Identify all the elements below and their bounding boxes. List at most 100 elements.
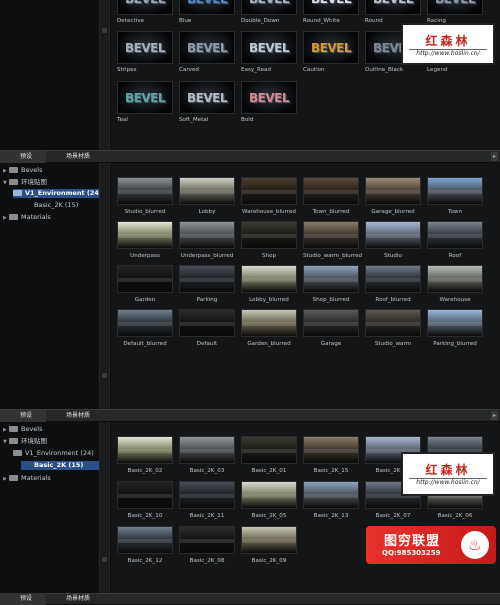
thumbnail-horizon <box>304 277 358 282</box>
tree-scrollbar[interactable] <box>99 163 110 409</box>
folder-icon <box>9 179 18 185</box>
panel-arrow-icon[interactable]: ▸ <box>491 411 498 420</box>
environment-thumbnail <box>241 221 297 249</box>
tree-node-materials[interactable]: ▶ Materials <box>3 474 51 483</box>
v1-environment-map-tile[interactable]: Shop <box>241 221 297 263</box>
v1-environment-map-tile[interactable]: Garage_blurred <box>365 177 421 219</box>
thumbnail-horizon <box>242 277 296 282</box>
tree-node-v1-environment[interactable]: V1_Environment (24) <box>13 189 102 198</box>
tree-node-bevels[interactable]: ▶ Bevels <box>3 425 43 434</box>
v1-environment-map-tile[interactable]: Parking <box>179 265 235 307</box>
v1-environment-map-tile[interactable]: Garage <box>303 309 359 351</box>
bevel-preset-tile[interactable]: BEVEL Bold <box>241 81 297 124</box>
tree-scrollbar[interactable] <box>99 422 110 593</box>
scroll-thumb[interactable] <box>102 28 107 33</box>
v1-environment-map-tile[interactable]: Town <box>427 177 483 219</box>
v1-environment-map-label: Garden <box>134 297 156 303</box>
bevel-thumbnail: BEVEL <box>179 81 235 114</box>
tab-bar-1: 预设 场景材质 ▸ <box>0 150 500 163</box>
basic-2k-map-tile[interactable]: Basic_2K_11 <box>179 481 235 523</box>
basic-2k-map-tile[interactable]: Basic_2K_13 <box>303 481 359 523</box>
bevel-preset-tile[interactable]: BEVEL Caution <box>303 31 359 74</box>
scroll-thumb[interactable] <box>102 557 107 562</box>
tree-node-basic-2k[interactable]: Basic_2K (15) <box>21 461 99 470</box>
v1-environment-map-tile[interactable]: Warehouse_blurred <box>241 177 297 219</box>
thumbnail-horizon <box>180 233 234 238</box>
scroll-thumb[interactable] <box>102 373 107 378</box>
bevel-thumbnail: BEVEL <box>303 0 359 15</box>
basic-2k-map-tile[interactable]: Basic_2K_12 <box>117 526 173 568</box>
v1-environment-map-tile[interactable]: Garden <box>117 265 173 307</box>
v1-environment-map-tile[interactable]: Studio_blurred <box>117 177 173 219</box>
v1-environment-map-tile[interactable]: Shop_blurred <box>303 265 359 307</box>
v1-environment-map-tile[interactable]: Garden_blurred <box>241 309 297 351</box>
basic-2k-map-tile[interactable]: Basic_2K_10 <box>117 481 173 523</box>
basic-2k-map-tile[interactable]: Basic_2K_01 <box>241 436 297 478</box>
v1-environment-map-tile[interactable]: Studio_warm_blurred <box>303 221 362 263</box>
bevel-preset-tile[interactable]: BEVELRound <box>365 0 421 25</box>
basic-2k-map-tile[interactable]: Basic_2K_02 <box>117 436 173 478</box>
bevel-thumbnail: BEVEL <box>241 0 297 15</box>
v1-environment-map-tile[interactable]: Studio_warm <box>365 309 421 351</box>
v1-environment-map-tile[interactable]: Default <box>179 309 235 351</box>
bevel-preset-tile[interactable]: BEVEL Soft_Metal <box>179 81 235 124</box>
watermark-brand: 红森林 <box>425 463 471 477</box>
basic-2k-map-tile[interactable]: Basic_2K_09 <box>241 526 297 568</box>
bevel-preset-tile[interactable]: BEVELRacing <box>427 0 483 25</box>
panel-arrow-icon[interactable]: ▸ <box>491 152 498 161</box>
bevel-preset-tile[interactable]: BEVEL Double_Down <box>241 0 297 25</box>
environment-thumbnail <box>117 436 173 464</box>
bevel-preset-tile[interactable]: BEVEL Detective <box>117 0 173 25</box>
bevel-preset-tile[interactable]: BEVEL Teal <box>117 81 173 124</box>
bevel-preset-label: Round_White <box>303 18 340 24</box>
bevel-thumbnail: BEVEL <box>179 0 235 15</box>
v1-environment-map-label: Parking_blurred <box>433 341 477 347</box>
v1-environment-map-tile[interactable]: Studio <box>365 221 421 263</box>
bevel-sample-text: BEVEL <box>245 0 293 7</box>
v1-environment-map-tile[interactable]: Default_blurred <box>117 309 173 351</box>
tab-scene-materials[interactable]: 场景材质 <box>46 593 104 605</box>
basic-2k-map-tile[interactable]: Basic_2K_08 <box>179 526 235 568</box>
basic-2k-map-tile[interactable]: Basic_2K_05 <box>241 481 297 523</box>
tab-bar-3: 预设 场景材质 <box>0 593 500 605</box>
v1-environment-map-tile[interactable]: Underpass_blurred <box>179 221 235 263</box>
tab-scene-materials[interactable]: 场景材质 <box>46 151 104 163</box>
tree-node-v1-environment[interactable]: V1_Environment (24) <box>13 449 94 458</box>
bevel-preset-tile[interactable]: BEVEL Blue <box>179 0 235 25</box>
v1-environment-map-tile[interactable]: Parking_blurred <box>427 309 483 351</box>
environment-thumbnail <box>303 436 359 464</box>
watermark-url: http://www.hoslin.cn/ <box>409 478 487 486</box>
asset-tree: ▶ Bevels ▼ 环境贴图 V1_Environment (24) Basic_… <box>0 163 102 409</box>
folder-icon <box>13 450 22 456</box>
tab-presets[interactable]: 预设 <box>0 593 47 605</box>
basic-2k-map-tile[interactable]: Basic_2K_03 <box>179 436 235 478</box>
tab-scene-materials[interactable]: 场景材质 <box>46 410 104 422</box>
tree-node-environment-maps[interactable]: ▼ 环境贴图 <box>3 437 47 446</box>
tree-node-environment-maps[interactable]: ▼ 环境贴图 <box>3 178 47 187</box>
v1-environment-map-tile[interactable]: Roof <box>427 221 483 263</box>
thumbnail-horizon <box>118 321 172 326</box>
tree-node-materials[interactable]: ▶ Materials <box>3 213 51 222</box>
bevel-sample-text: BEVEL <box>187 41 227 55</box>
thumbnail-horizon <box>118 493 172 498</box>
bevel-preset-tile[interactable]: BEVEL Round_White <box>303 0 359 25</box>
tree-node-bevels[interactable]: ▶ Bevels <box>3 166 43 175</box>
v1-environment-map-tile[interactable]: Town_blurred <box>303 177 359 219</box>
v1-environment-map-tile[interactable]: Underpass <box>117 221 173 263</box>
v1-environment-map-tile[interactable]: Warehouse <box>427 265 483 307</box>
bevel-preset-tile[interactable]: BEVEL Easy_Read <box>241 31 297 74</box>
bevel-preset-tile[interactable]: BEVEL Carved <box>179 31 235 74</box>
tab-presets[interactable]: 预设 <box>0 150 47 163</box>
tab-presets[interactable]: 预设 <box>0 409 47 422</box>
v1-environment-map-tile[interactable]: Roof_blurred <box>365 265 421 307</box>
v1-environment-map-tile[interactable]: Lobby <box>179 177 235 219</box>
v1-environment-map-tile[interactable]: Lobby_blurred <box>241 265 297 307</box>
v1-environment-map-label: Default_blurred <box>123 341 167 347</box>
environment-thumbnail <box>303 177 359 205</box>
environment-thumbnail <box>117 309 173 337</box>
basic-2k-map-tile[interactable]: Basic_2K_15 <box>303 436 359 478</box>
bevels-tree-scrollbar[interactable] <box>99 0 110 150</box>
tree-node-basic-2k[interactable]: Basic_2K (15) <box>34 201 78 210</box>
watermark-brand: 红森林 <box>425 34 471 48</box>
bevel-preset-tile[interactable]: BEVEL Stripes <box>117 31 173 74</box>
